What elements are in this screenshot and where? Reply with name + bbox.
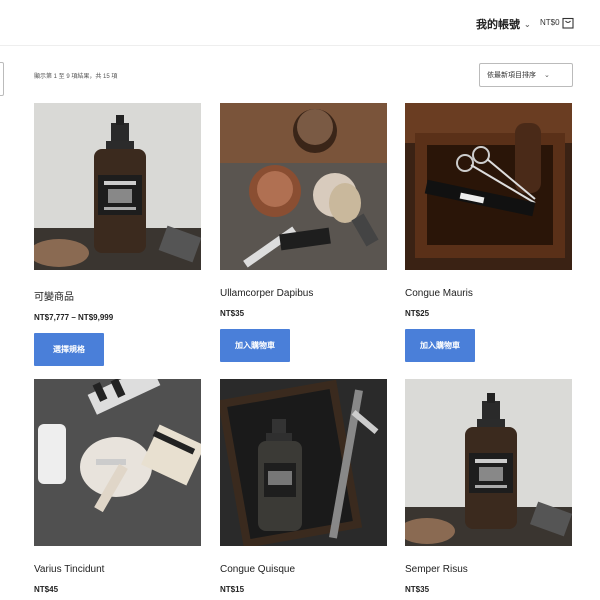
product-title[interactable]: Semper Risus [405,564,572,575]
product-title[interactable]: Varius Tincidunt [34,564,201,575]
product-price: NT$7,777 – NT$9,999 [34,313,114,322]
product-card: Ullamcorper Dapibus NT$35 加入購物車 [220,103,387,362]
product-image[interactable] [34,103,201,270]
account-label: 我的帳號 [476,19,520,31]
sort-select[interactable]: 依最新項目排序 ⌄ [479,63,573,87]
chevron-down-icon: ⌄ [524,19,531,29]
product-price: NT$45 [34,585,59,594]
product-card: Congue Mauris NT$25 加入購物車 [405,103,572,362]
product-title[interactable]: 可變商品 [34,288,201,303]
select-options-button[interactable]: 選擇規格 [34,333,104,366]
product-image[interactable] [34,379,201,546]
product-title[interactable]: Congue Quisque [220,564,387,575]
product-card: Semper Risus NT$35 [405,379,572,594]
product-title[interactable]: Congue Mauris [405,288,572,299]
product-card: Varius Tincidunt NT$45 [34,379,201,594]
sidebar-toggle[interactable] [0,62,4,96]
add-to-cart-button[interactable]: 加入購物車 [220,329,290,362]
product-title[interactable]: Ullamcorper Dapibus [220,288,387,299]
product-image[interactable] [405,103,572,270]
product-price: NT$15 [220,585,245,594]
result-count: 顯示第 1 至 9 項結果，共 15 項 [34,74,118,80]
shopping-bag-icon[interactable] [562,15,574,29]
cart-total[interactable]: NT$0 [540,18,560,27]
sort-selected-value: 依最新項目排序 [487,72,536,79]
product-price: NT$25 [405,309,430,318]
top-bar: 我的帳號 ⌄ NT$0 [0,0,600,46]
product-image[interactable] [220,103,387,270]
account-menu[interactable]: 我的帳號 ⌄ [476,16,531,32]
add-to-cart-button[interactable]: 加入購物車 [405,329,475,362]
product-card: 可變商品 NT$7,777 – NT$9,999 選擇規格 [34,103,201,366]
product-image[interactable] [405,379,572,546]
product-card: Congue Quisque NT$15 [220,379,387,594]
product-price: NT$35 [220,309,245,318]
chevron-down-icon: ⌄ [544,72,550,79]
product-price: NT$35 [405,585,430,594]
product-image[interactable] [220,379,387,546]
